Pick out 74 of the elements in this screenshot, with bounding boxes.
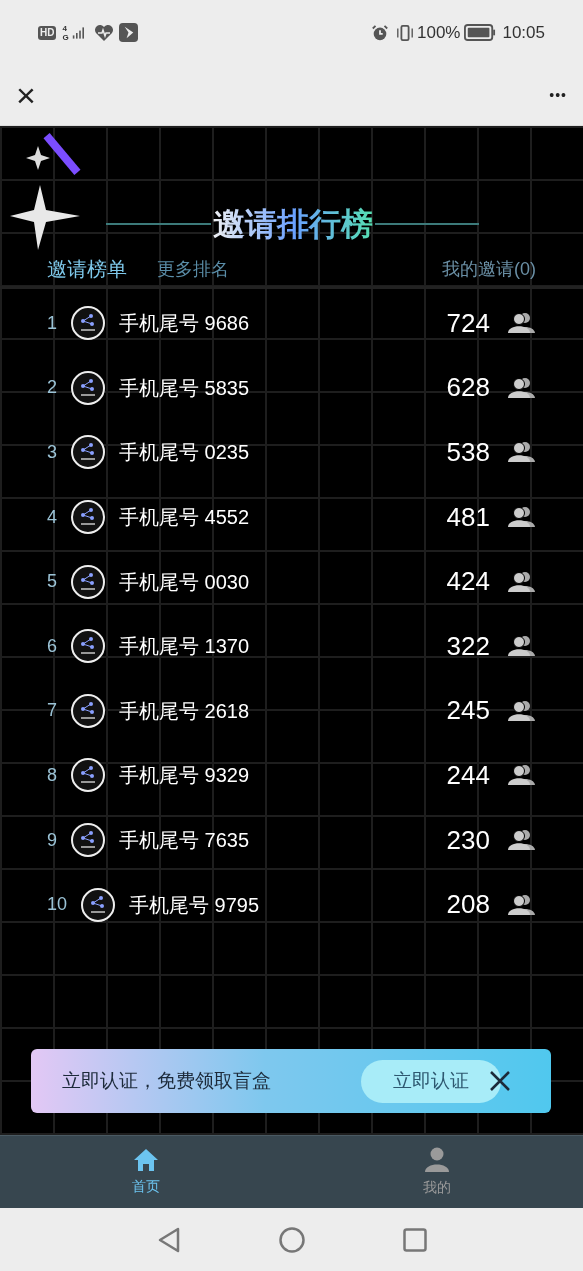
invite-count: 424 (446, 565, 490, 599)
home-icon (132, 1147, 159, 1172)
rank-number: 7 (47, 699, 57, 723)
phone-name: 手机尾号 9329 (119, 763, 250, 789)
invite-count: 724 (446, 306, 490, 340)
battery-icon (464, 24, 497, 41)
users-icon (508, 441, 536, 464)
invite-count: 244 (446, 758, 490, 792)
phone-name: 手机尾号 9795 (129, 892, 260, 918)
invite-count: 538 (446, 436, 490, 469)
users-icon (508, 699, 536, 722)
rank-number: 2 (47, 376, 57, 400)
phone-name: 手机尾号 7635 (119, 828, 250, 854)
person-icon (424, 1146, 451, 1173)
recents-icon[interactable] (402, 1227, 427, 1252)
close-icon[interactable] (489, 1070, 511, 1092)
phone-name: 手机尾号 5835 (119, 375, 250, 401)
avatar-icon (71, 758, 105, 793)
phone-name: 手机尾号 0030 (119, 569, 250, 595)
users-icon (508, 570, 536, 593)
invite-count: 230 (446, 823, 490, 857)
home-circle-icon[interactable] (278, 1226, 305, 1253)
phone-name: 手机尾号 0235 (119, 440, 250, 466)
rank-number: 10 (47, 893, 68, 917)
users-icon (508, 312, 536, 335)
rank-number: 5 (47, 570, 57, 594)
rank-number: 4 (47, 505, 57, 529)
users-icon (508, 635, 536, 658)
clock: 10:05 (502, 21, 545, 44)
invite-count: 322 (446, 629, 490, 663)
users-icon (508, 376, 536, 399)
avatar-icon (81, 887, 116, 922)
phone-name: 手机尾号 1370 (119, 634, 250, 660)
rank-number: 9 (47, 828, 57, 852)
users-icon (508, 764, 536, 787)
avatar-icon (71, 823, 105, 858)
rank-number: 1 (47, 311, 57, 335)
avatar-icon (71, 370, 105, 405)
bottom-tab[interactable]: 首页 (0, 1136, 292, 1208)
avatar-icon (71, 306, 105, 341)
banner-text: 立即认证，免费领取盲盒 (62, 1068, 271, 1093)
rank-number: 8 (47, 763, 57, 787)
avatar-icon (71, 629, 105, 664)
app-notification-icon (119, 23, 139, 42)
users-icon (508, 893, 536, 916)
avatar-icon (71, 500, 105, 535)
rank-number: 3 (47, 441, 57, 464)
invite-count: 245 (446, 694, 490, 728)
my-invites-link[interactable]: 我的邀请(0) (442, 255, 536, 283)
tab[interactable]: 邀请榜单 (47, 254, 127, 284)
vibrate-icon (394, 23, 415, 42)
users-icon (508, 506, 536, 529)
users-icon (508, 829, 536, 852)
rank-number: 6 (47, 634, 57, 658)
invite-count: 208 (446, 888, 490, 922)
alarm-icon (370, 23, 389, 42)
avatar-icon (71, 693, 105, 728)
more-button[interactable]: ••• (549, 84, 567, 106)
avatar-icon (71, 435, 105, 470)
network-label: 4G (62, 23, 70, 42)
avatar-icon (71, 564, 105, 599)
back-icon[interactable] (156, 1226, 181, 1253)
phone-name: 手机尾号 9686 (119, 311, 250, 337)
phone-name: 手机尾号 2618 (119, 698, 250, 724)
invite-count: 628 (446, 371, 490, 405)
invite-count: 481 (446, 500, 490, 534)
heart-rate-icon (94, 23, 115, 42)
tab[interactable]: 更多排名 (157, 255, 229, 283)
verify-button[interactable]: 立即认证 (361, 1059, 501, 1103)
hd-badge: HD (38, 25, 57, 40)
close-button[interactable]: × (16, 78, 36, 112)
battery-percentage: 100% (416, 21, 461, 44)
phone-name: 手机尾号 4552 (119, 505, 250, 531)
bottom-tab[interactable]: 我的 (291, 1136, 583, 1208)
